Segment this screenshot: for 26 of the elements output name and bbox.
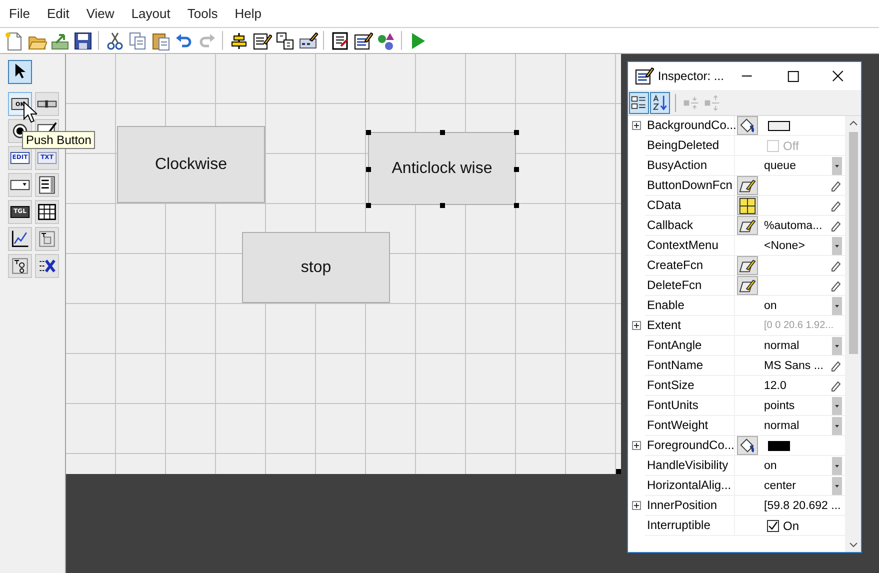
property-name: Interruptible bbox=[645, 516, 735, 536]
property-name: Callback bbox=[645, 216, 735, 236]
checkbox: Off bbox=[767, 138, 799, 152]
property-name: FontWeight bbox=[645, 416, 735, 436]
property-name: HorizontalAlig... bbox=[645, 476, 735, 496]
property-name: BackgroundCo... bbox=[645, 116, 735, 136]
property-name: DeleteFcn bbox=[645, 276, 735, 296]
property-name: FontSize bbox=[645, 376, 735, 396]
property-name: FontAngle bbox=[645, 336, 735, 356]
property-name: CData bbox=[645, 196, 735, 216]
property-name: InnerPosition bbox=[645, 496, 735, 516]
property-name: ButtonDownFcn bbox=[645, 176, 735, 196]
property-name: Enable bbox=[645, 296, 735, 316]
property-value: [0 0 20.6 1.92... bbox=[764, 320, 834, 331]
property-name: CreateFcn bbox=[645, 256, 735, 276]
property-name: BeingDeleted bbox=[645, 136, 735, 156]
window-title: Inspector: ... bbox=[656, 69, 724, 83]
property-name: BusyAction bbox=[645, 156, 735, 176]
property-name: ContextMenu bbox=[645, 236, 735, 256]
property-value: [59.8 20.692 ... bbox=[764, 500, 842, 512]
property-name: FontName bbox=[645, 356, 735, 376]
property-name: HandleVisibility bbox=[645, 456, 735, 476]
tooltip: Push Button bbox=[22, 131, 96, 149]
property-name: ForegroundCo... bbox=[645, 436, 735, 456]
property-name: FontUnits bbox=[645, 396, 735, 416]
property-name: Extent bbox=[645, 316, 735, 336]
